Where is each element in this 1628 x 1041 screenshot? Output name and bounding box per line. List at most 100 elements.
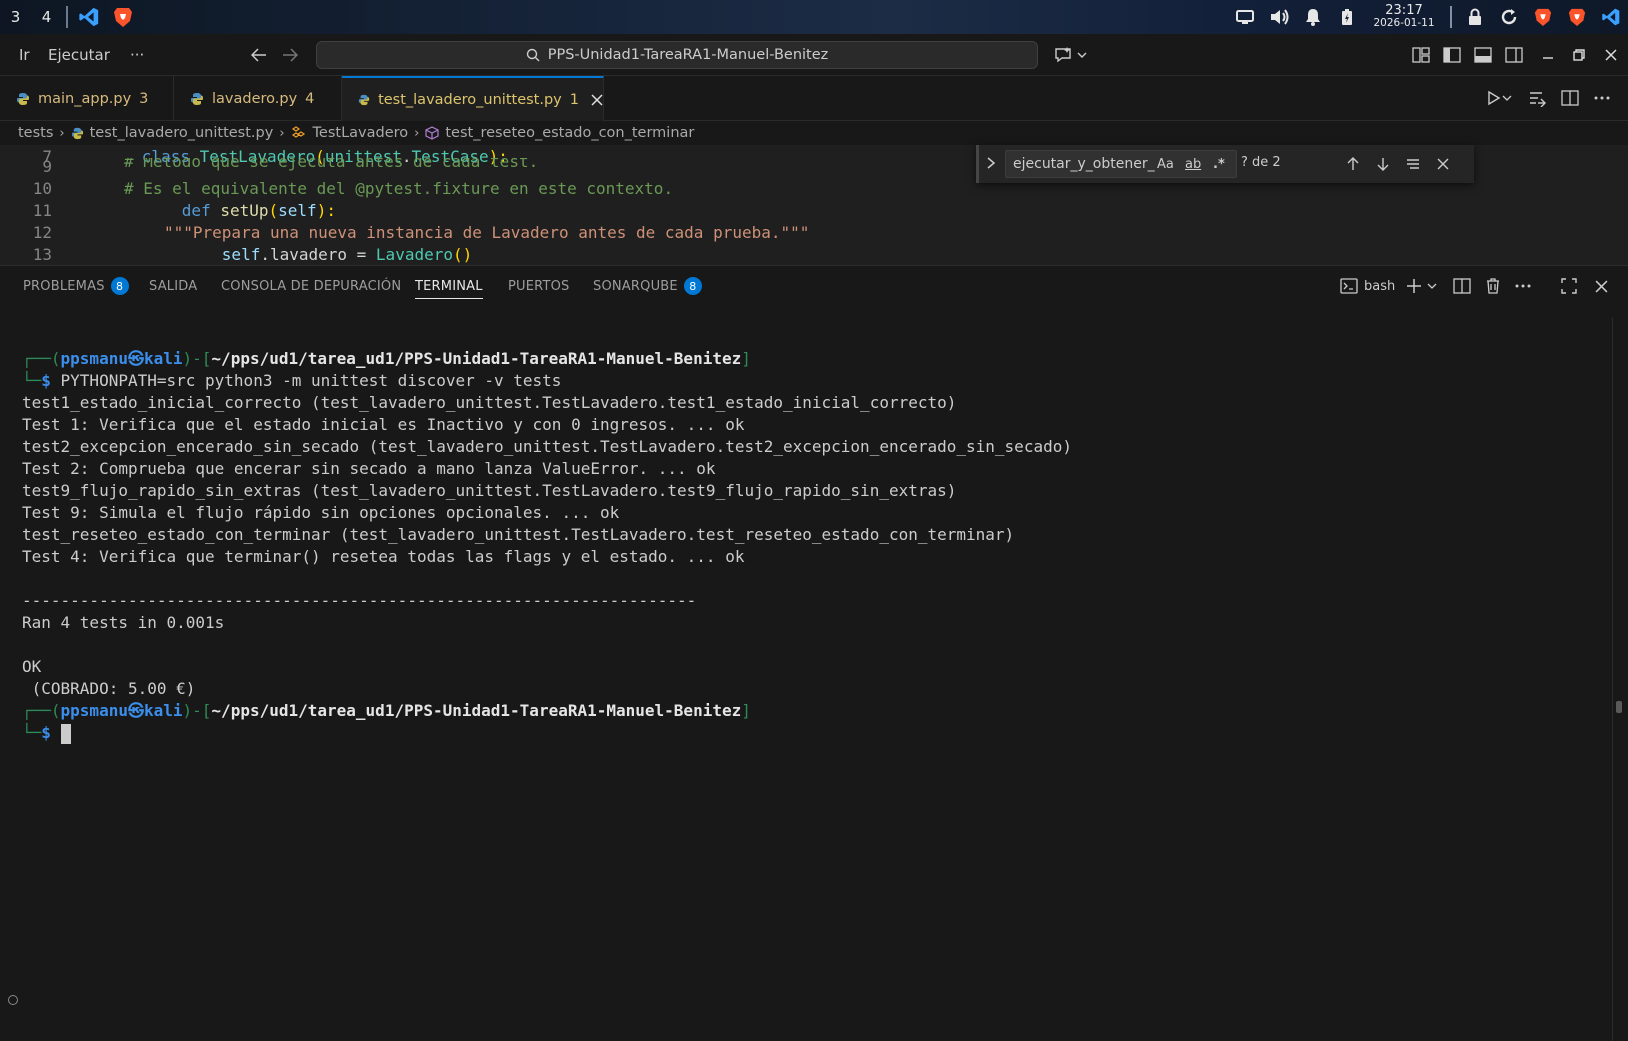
terminal-scrollbar[interactable] <box>1612 318 1628 1041</box>
split-terminal-icon[interactable] <box>1451 274 1473 298</box>
run-dropdown-icon[interactable] <box>1500 86 1514 110</box>
bell-icon[interactable] <box>1296 0 1330 34</box>
code-token: ( <box>268 200 279 220</box>
breadcrumb-class[interactable]: TestLavadero <box>313 125 409 141</box>
breadcrumb-folder[interactable]: tests <box>18 125 53 141</box>
tab-main-app[interactable]: main_app.py 3 <box>0 76 174 121</box>
find-widget: ejecutar_y_obtener_ Aa ab .* ? de 2 <box>976 145 1474 183</box>
more-actions-icon[interactable] <box>1512 274 1534 298</box>
lock-icon[interactable] <box>1458 0 1492 34</box>
more-actions-icon[interactable] <box>1589 86 1615 110</box>
prompt-host: kali <box>143 701 183 720</box>
battery-icon[interactable] <box>1330 0 1364 34</box>
display-icon[interactable] <box>1228 0 1262 34</box>
brave-icon[interactable] <box>106 0 140 34</box>
problems-badge: 8 <box>110 277 129 295</box>
toggle-panel-icon[interactable] <box>1470 43 1496 67</box>
tab-terminal[interactable]: TERMINAL <box>415 266 483 306</box>
toggle-primary-sidebar-icon[interactable] <box>1439 43 1465 67</box>
restore-icon[interactable] <box>1566 43 1592 67</box>
tab-lavadero[interactable]: lavadero.py 4 <box>174 76 342 121</box>
close-panel-icon[interactable] <box>1590 274 1612 298</box>
close-find-icon[interactable] <box>1431 153 1455 175</box>
forward-arrow-icon[interactable] <box>277 43 303 67</box>
tab-ports[interactable]: PUERTOS <box>508 266 569 306</box>
panel-tab-label: SALIDA <box>149 278 198 294</box>
breadcrumb: tests › test_lavadero_unittest.py › Test… <box>18 121 694 145</box>
close-tab-icon[interactable] <box>591 93 603 106</box>
clock[interactable]: 23:17 2026-01-11 <box>1364 4 1444 30</box>
tab-test-lavadero-unittest[interactable]: test_lavadero_unittest.py 1 <box>342 76 604 121</box>
trash-icon[interactable] <box>1482 274 1504 298</box>
command-text: PYTHONPATH=src python3 -m unittest disco… <box>60 371 562 390</box>
new-terminal-icon[interactable] <box>1404 274 1424 298</box>
maximize-panel-icon[interactable] <box>1558 274 1580 298</box>
sonarqube-badge: 8 <box>683 277 702 295</box>
code-line[interactable]: 11 def setUp(self): <box>0 199 1480 221</box>
find-input[interactable]: ejecutar_y_obtener_ <box>1005 150 1237 178</box>
customize-layout-icon[interactable] <box>1408 43 1434 67</box>
chevron-down-icon[interactable] <box>1425 274 1439 298</box>
panel-tabs: PROBLEMAS 8 SALIDA CONSOLA DE DEPURACIÓN… <box>0 266 1628 306</box>
tab-problem-count: 3 <box>139 90 149 107</box>
match-case-toggle[interactable]: Aa <box>1157 153 1174 175</box>
workspace-4[interactable]: 4 <box>31 0 62 34</box>
regex-toggle[interactable]: .* <box>1213 153 1225 175</box>
volume-icon[interactable] <box>1262 0 1296 34</box>
compare-changes-icon[interactable] <box>1525 86 1551 110</box>
vscode-icon[interactable] <box>72 0 106 34</box>
command-decoration-icon[interactable] <box>8 995 18 1005</box>
menu-go[interactable]: Ir <box>19 34 30 76</box>
prompt-at: ㉿ <box>127 701 144 720</box>
brave-icon[interactable] <box>1526 0 1560 34</box>
search-icon <box>526 48 540 62</box>
panel-tab-label: CONSOLA DE DEPURACIÓN <box>221 278 402 294</box>
arrow-up-icon[interactable] <box>1341 153 1365 175</box>
output-line: Test 2: Comprueba que encerar sin secado… <box>22 459 716 478</box>
close-window-icon[interactable] <box>1598 43 1624 67</box>
tab-output[interactable]: SALIDA <box>149 266 197 306</box>
split-editor-icon[interactable] <box>1557 86 1583 110</box>
prompt-host: kali <box>143 349 183 368</box>
brave-icon[interactable] <box>1560 0 1594 34</box>
terminal-profile-bash[interactable]: bash <box>1340 274 1395 298</box>
tab-label: main_app.py <box>38 90 132 107</box>
line-number: 12 <box>32 222 52 242</box>
whole-word-toggle[interactable]: ab <box>1185 153 1201 175</box>
tab-label: test_lavadero_unittest.py <box>378 91 562 108</box>
vscode-icon[interactable] <box>1594 0 1628 34</box>
terminal-output[interactable]: ┌──(ppsmanu㉿kali)-[~/pps/ud1/tarea_ud1/P… <box>22 348 1582 744</box>
command-center-search[interactable]: PPS-Unidad1-TareaRA1-Manuel-Benitez <box>316 41 1038 69</box>
clock-time: 23:17 <box>1385 3 1423 18</box>
tab-debug-console[interactable]: CONSOLA DE DEPURACIÓN <box>221 266 401 306</box>
tab-problems[interactable]: PROBLEMAS 8 <box>23 266 129 306</box>
breadcrumb-method[interactable]: test_reseteo_estado_con_terminar <box>445 125 694 141</box>
code-comment: # Método que se ejecuta antes de cada te… <box>124 158 539 171</box>
prompt-user: ppsmanu <box>60 701 128 720</box>
copilot-chat-icon[interactable] <box>1050 43 1092 67</box>
line-number: 9 <box>42 158 52 176</box>
menu-run[interactable]: Ejecutar <box>48 34 110 76</box>
find-input-value: ejecutar_y_obtener_ <box>1013 156 1155 172</box>
toggle-replace-icon[interactable] <box>985 155 997 175</box>
panel-tab-label: PROBLEMAS <box>23 278 105 294</box>
workspace-3[interactable]: 3 <box>0 0 31 34</box>
panel-tab-label: PUERTOS <box>508 278 570 294</box>
breadcrumb-file[interactable]: test_lavadero_unittest.py <box>90 125 274 141</box>
prompt-at: ㉿ <box>127 349 144 368</box>
menu-more[interactable]: ··· <box>130 34 144 76</box>
arrow-down-icon[interactable] <box>1371 153 1395 175</box>
editor-tabs: main_app.py 3 lavadero.py 4 test_lavader… <box>0 76 1628 121</box>
refresh-icon[interactable] <box>1492 0 1526 34</box>
toggle-secondary-sidebar-icon[interactable] <box>1501 43 1527 67</box>
output-line: test2_excepcion_encerado_sin_secado (tes… <box>22 437 1072 456</box>
scrollbar-thumb[interactable] <box>1616 701 1622 713</box>
minimize-icon[interactable] <box>1535 43 1561 67</box>
back-arrow-icon[interactable] <box>246 43 272 67</box>
clock-date: 2026-01-11 <box>1373 17 1435 29</box>
find-in-selection-icon[interactable] <box>1401 153 1425 175</box>
tab-sonarqube[interactable]: SONARQUBE 8 <box>593 266 702 306</box>
output-line: Test 9: Simula el flujo rápido sin opcio… <box>22 503 620 522</box>
python-file-icon <box>71 127 83 139</box>
code-line[interactable]: 13 self.lavadero = Lavadero() <box>0 243 1480 265</box>
